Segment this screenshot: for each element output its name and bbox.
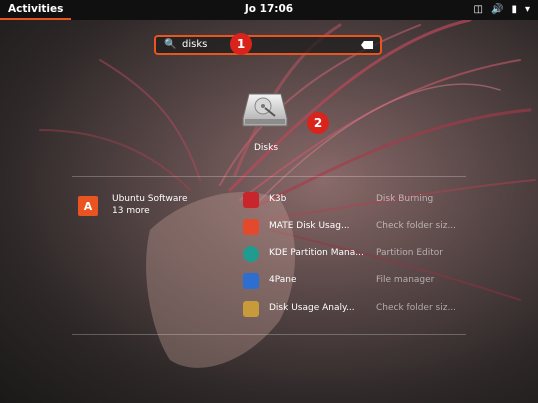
provider-ubuntu-software[interactable]: A Ubuntu Software 13 more <box>76 193 216 223</box>
system-tray[interactable]: ◫ 🔊 ▮ ▾ <box>474 3 530 16</box>
provider-more: 13 more <box>112 206 150 216</box>
disk-usage-analyzer-icon <box>243 301 259 317</box>
activities-button[interactable]: Activities <box>0 0 72 20</box>
clear-backspace-icon[interactable] <box>361 41 373 49</box>
separator-top <box>72 176 466 177</box>
app-disks-label: Disks <box>253 143 279 153</box>
result-name: 4Pane <box>269 275 297 285</box>
ubuntu-software-icon: A <box>78 196 98 216</box>
result-description: Disk Burning <box>376 194 434 204</box>
result-4pane[interactable]: 4Pane File manager <box>243 272 473 290</box>
separator-bottom <box>72 334 466 335</box>
search-input[interactable]: 🔍 disks <box>154 35 382 55</box>
4pane-icon <box>243 273 259 289</box>
k3b-icon <box>243 192 259 208</box>
result-name: K3b <box>269 194 287 204</box>
provider-name: Ubuntu Software <box>112 194 188 204</box>
disks-icon <box>242 93 288 127</box>
search-query: disks <box>182 39 208 50</box>
clock-button[interactable]: Jo 17:06 <box>245 3 293 15</box>
top-bar: Activities Jo 17:06 ◫ 🔊 ▮ ▾ <box>0 0 538 20</box>
result-name: Disk Usage Analy... <box>269 303 355 313</box>
activities-overview: Activities Jo 17:06 ◫ 🔊 ▮ ▾ 🔍 disks 1 Di… <box>0 0 538 403</box>
mate-disk-usage-icon <box>243 219 259 235</box>
result-mate-disk-usage[interactable]: MATE Disk Usag... Check folder siz... <box>243 218 473 236</box>
result-description: File manager <box>376 275 435 285</box>
result-disk-usage-analyzer[interactable]: Disk Usage Analy... Check folder siz... <box>243 300 473 318</box>
battery-icon: ▮ <box>511 4 517 15</box>
result-description: Partition Editor <box>376 248 444 258</box>
app-disks[interactable]: Disks <box>235 92 297 154</box>
result-k3b[interactable]: K3b Disk Burning <box>243 191 473 209</box>
result-description: Check folder siz... <box>376 303 457 313</box>
chevron-down-icon: ▾ <box>524 4 530 15</box>
result-name: MATE Disk Usag... <box>269 221 350 231</box>
volume-icon: 🔊 <box>491 4 504 15</box>
callout-2: 2 <box>307 112 329 134</box>
result-kde-partition-manager[interactable]: KDE Partition Mana... Partition Editor <box>243 245 473 263</box>
result-description: Check folder siz... <box>376 221 457 231</box>
clock: Jo 17:06 <box>0 3 538 15</box>
search-icon: 🔍 <box>164 39 177 50</box>
result-name: KDE Partition Mana... <box>269 248 364 258</box>
callout-1: 1 <box>230 33 252 55</box>
kde-partition-manager-icon <box>243 246 259 262</box>
network-icon: ◫ <box>473 4 483 15</box>
